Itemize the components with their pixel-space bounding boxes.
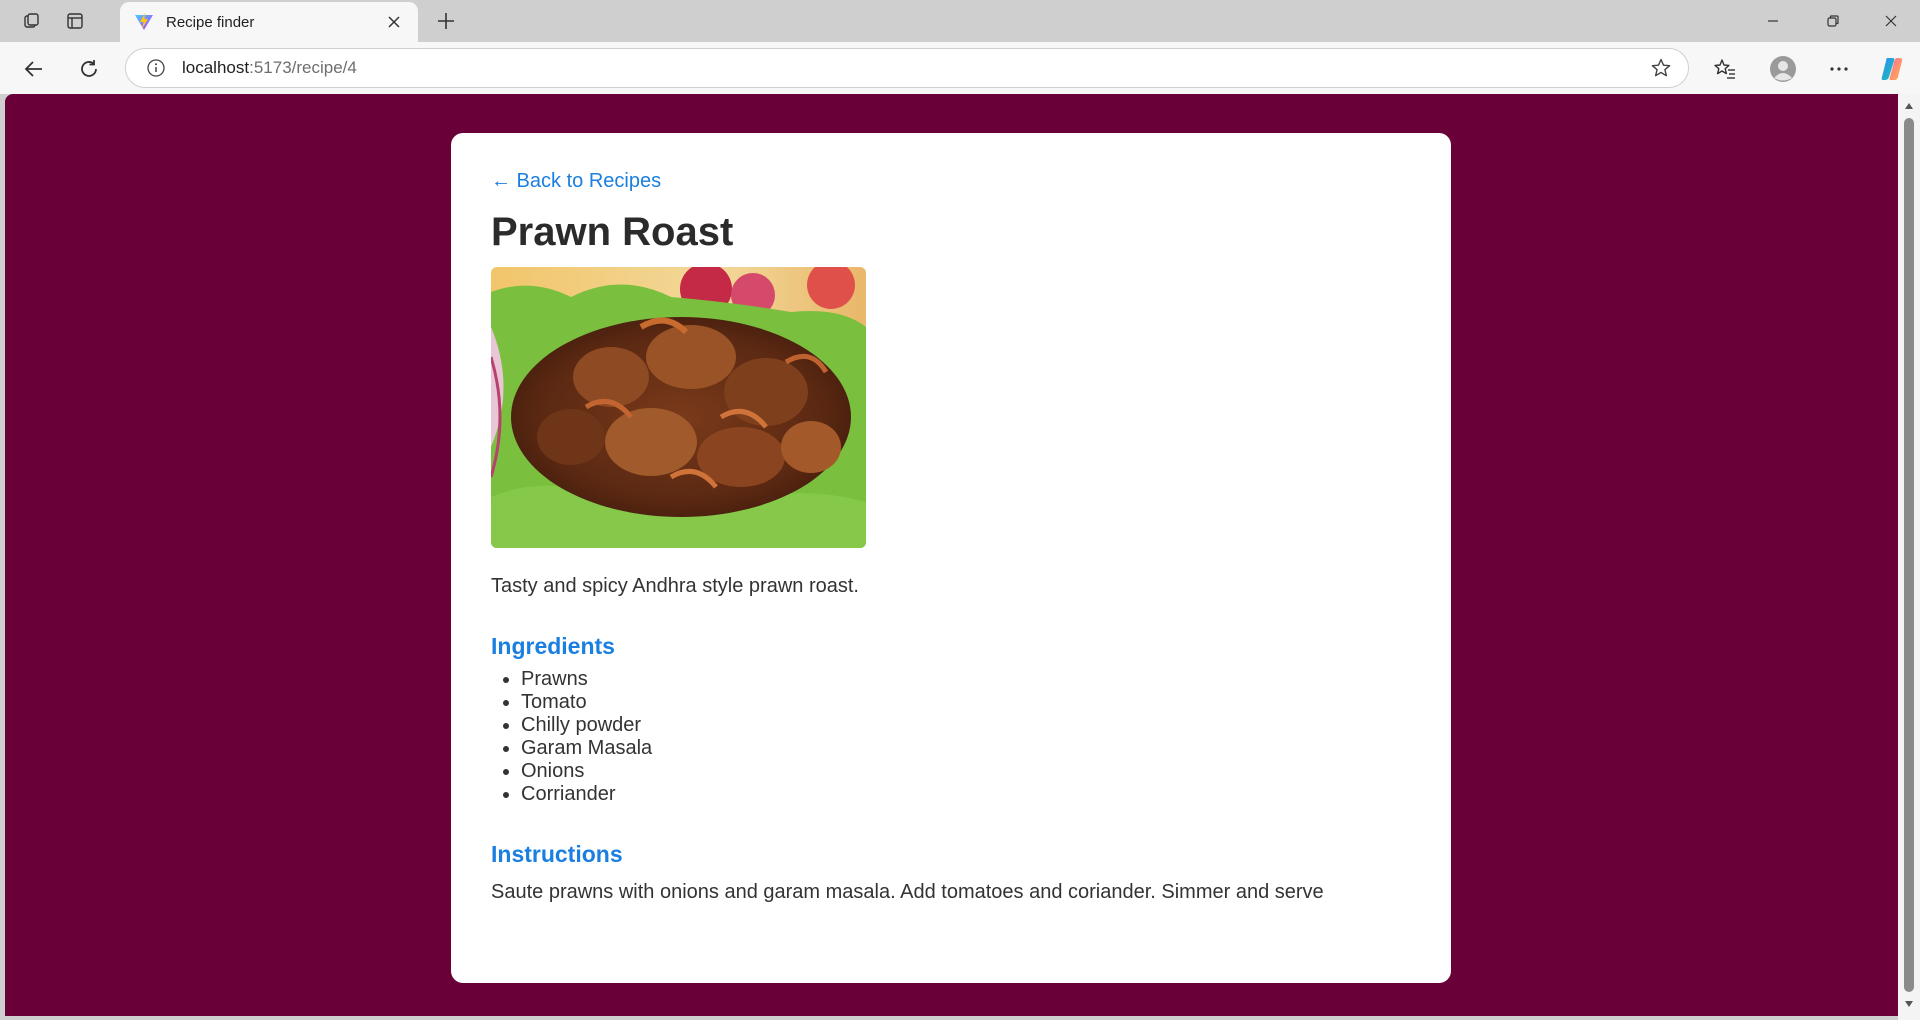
profile-button[interactable] [1765, 51, 1801, 87]
scrollbar-thumb[interactable] [1904, 118, 1914, 992]
star-icon [1651, 58, 1671, 77]
caret-down-icon [1905, 1001, 1913, 1007]
tab-strip: Recipe finder [0, 0, 1920, 42]
back-to-recipes-link[interactable]: ← Back to Recipes [491, 169, 661, 193]
tab-title: Recipe finder [166, 13, 255, 31]
restore-button[interactable] [1805, 0, 1861, 42]
url-path: :5173/recipe/4 [249, 58, 357, 77]
favorites-button[interactable] [1707, 51, 1743, 87]
ingredient-item: Prawns [503, 668, 1411, 691]
vite-favicon-icon [135, 13, 153, 30]
tab-close-button[interactable] [382, 10, 406, 34]
scroll-down-button[interactable] [1903, 998, 1915, 1010]
info-icon [147, 59, 165, 77]
url-host: localhost [182, 58, 250, 77]
browser-toolbar: localhost:5173/recipe/4 [0, 42, 1920, 94]
vertical-tabs-button[interactable] [59, 6, 91, 36]
new-tab-button[interactable] [430, 5, 462, 37]
url-text[interactable]: localhost:5173/recipe/4 [182, 58, 1646, 78]
restore-icon [1827, 15, 1839, 27]
favorite-star-button[interactable] [1646, 53, 1676, 83]
reload-button[interactable] [71, 51, 107, 87]
profile-avatar-icon [1770, 56, 1796, 82]
ingredient-item: Tomato [503, 691, 1411, 714]
more-icon [1830, 67, 1848, 71]
reload-icon [81, 60, 97, 77]
ingredient-item: Garam Masala [503, 737, 1411, 760]
ingredient-item: Corriander [503, 783, 1411, 806]
copilot-button[interactable] [1874, 51, 1910, 87]
recipe-title: Prawn Roast [491, 210, 734, 254]
plus-icon [438, 13, 454, 29]
recipe-card: ← Back to Recipes Prawn Roast Tasty and … [451, 133, 1451, 983]
vertical-tabs-icon [67, 13, 83, 29]
ingredients-list: Prawns Tomato Chilly powder Garam Masala… [491, 668, 1411, 806]
back-arrow-icon [24, 61, 42, 77]
instructions-text: Saute prawns with onions and garam masal… [491, 881, 1324, 903]
vertical-scrollbar[interactable] [1898, 94, 1920, 1020]
ingredient-item: Chilly powder [503, 714, 1411, 737]
close-icon [388, 16, 400, 28]
address-bar[interactable]: localhost:5173/recipe/4 [125, 48, 1689, 88]
minimize-icon [1768, 20, 1778, 22]
active-tab[interactable]: Recipe finder [120, 2, 418, 42]
more-button[interactable] [1821, 51, 1857, 87]
ingredients-heading: Ingredients [491, 633, 615, 659]
close-window-icon [1885, 15, 1897, 27]
copilot-icon [1881, 58, 1903, 80]
recipe-content: ← Back to Recipes Prawn Roast Tasty and … [491, 169, 1411, 904]
back-button[interactable] [16, 51, 52, 87]
workspaces-icon [24, 13, 39, 28]
caret-up-icon [1905, 103, 1913, 109]
window-bottom-edge [0, 1016, 1898, 1020]
instructions-heading: Instructions [491, 841, 623, 867]
site-info-button[interactable] [144, 56, 168, 80]
scroll-up-button[interactable] [1903, 100, 1915, 112]
workspaces-button[interactable] [16, 6, 48, 36]
recipe-description: Tasty and spicy Andhra style prawn roast… [491, 575, 859, 597]
ingredient-item: Onions [503, 760, 1411, 783]
minimize-button[interactable] [1745, 0, 1801, 42]
close-window-button[interactable] [1863, 0, 1919, 42]
recipe-image [491, 267, 866, 548]
prawn-roast-photo [491, 267, 866, 548]
favorites-icon [1714, 59, 1735, 79]
